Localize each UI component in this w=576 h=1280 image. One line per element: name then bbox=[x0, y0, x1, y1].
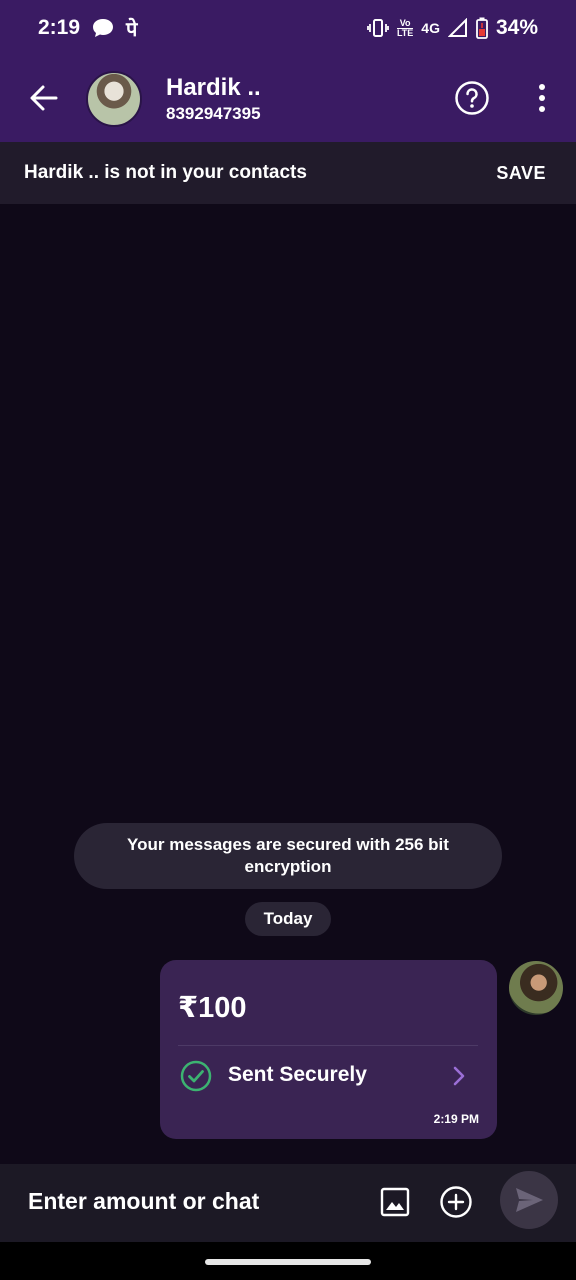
send-button[interactable] bbox=[500, 1171, 558, 1229]
contact-avatar[interactable] bbox=[86, 71, 142, 127]
payment-card[interactable]: ₹100 Sent Securely 2:19 PM bbox=[160, 960, 497, 1139]
attach-image-button[interactable] bbox=[378, 1185, 412, 1219]
payment-status: Sent Securely bbox=[228, 1063, 367, 1086]
banner-message: Hardik .. is not in your contacts bbox=[24, 162, 307, 183]
back-button[interactable] bbox=[24, 78, 64, 118]
help-circle-icon bbox=[455, 81, 489, 115]
system-nav-bar bbox=[0, 1242, 576, 1280]
chevron-right-icon[interactable] bbox=[450, 1064, 468, 1088]
battery-percent: 34% bbox=[495, 16, 538, 39]
not-in-contacts-banner: Hardik .. is not in your contacts SAVE bbox=[0, 142, 576, 204]
payment-amount: ₹100 bbox=[178, 992, 247, 1024]
image-icon bbox=[380, 1187, 410, 1217]
contact-name[interactable]: Hardik .. bbox=[166, 74, 261, 102]
app-notification-icon: पे bbox=[126, 16, 138, 41]
payment-divider bbox=[178, 1045, 478, 1046]
message-input[interactable]: Enter amount or chat bbox=[28, 1188, 259, 1215]
composer-bar: Enter amount or chat bbox=[0, 1164, 576, 1242]
signal-icon bbox=[447, 18, 467, 37]
more-options-button[interactable] bbox=[526, 80, 558, 116]
encryption-notice: Your messages are secured with 256 bit e… bbox=[74, 823, 502, 889]
status-time: 2:19 bbox=[38, 16, 81, 39]
volte-icon: Vo LTE bbox=[396, 17, 414, 38]
battery-low-icon bbox=[476, 17, 488, 39]
help-button[interactable] bbox=[454, 80, 490, 116]
contact-phone: 8392947395 bbox=[166, 104, 261, 123]
status-bar: 2:19 पे Vo LTE 4G 34% bbox=[0, 0, 576, 56]
add-circle-icon bbox=[440, 1186, 472, 1218]
payment-time: 2:19 PM bbox=[433, 1112, 479, 1126]
sender-avatar bbox=[509, 961, 563, 1015]
chat-bubble-icon bbox=[93, 19, 114, 37]
send-icon bbox=[516, 1188, 543, 1212]
date-chip: Today bbox=[245, 902, 331, 936]
check-circle-icon bbox=[180, 1060, 212, 1092]
vibrate-icon bbox=[367, 19, 389, 37]
chat-header: Hardik .. 8392947395 bbox=[0, 56, 576, 142]
save-contact-button[interactable]: SAVE bbox=[496, 163, 552, 184]
network-type: 4G bbox=[421, 20, 440, 36]
home-gesture-handle[interactable] bbox=[205, 1259, 371, 1265]
more-vert-icon bbox=[539, 84, 545, 90]
add-button[interactable] bbox=[439, 1185, 473, 1219]
back-arrow-icon bbox=[30, 85, 58, 111]
